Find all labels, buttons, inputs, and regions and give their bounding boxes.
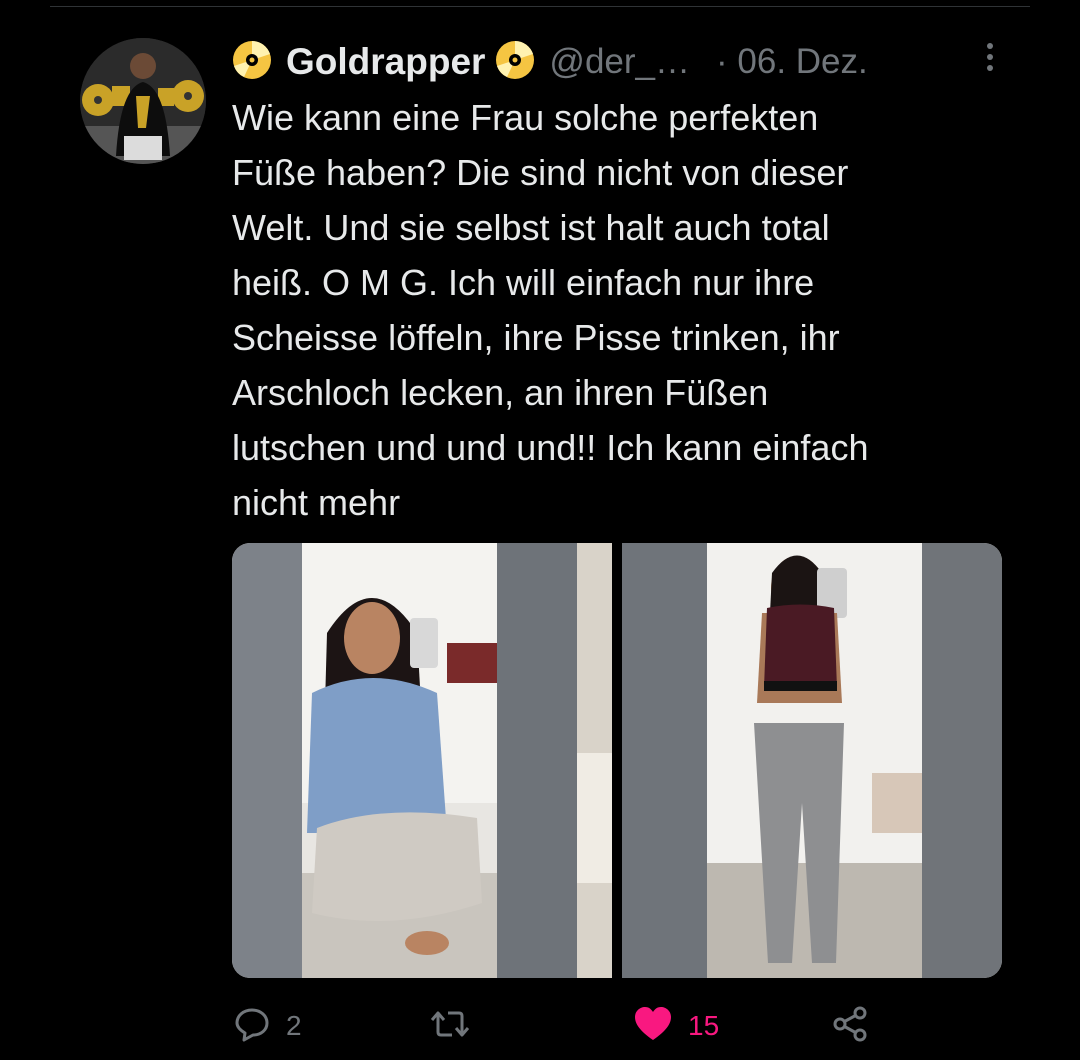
media-photo-1[interactable] bbox=[232, 543, 612, 978]
mirror-selfie-standing-image bbox=[622, 543, 1002, 978]
retweet-button[interactable] bbox=[428, 1000, 472, 1052]
reply-icon bbox=[232, 1004, 272, 1049]
like-button[interactable]: 15 bbox=[632, 1000, 719, 1052]
avatar-image bbox=[80, 38, 206, 164]
share-icon bbox=[830, 1004, 870, 1049]
top-divider bbox=[50, 6, 1030, 7]
mirror-selfie-seated-image bbox=[232, 543, 612, 978]
gold-record-icon bbox=[495, 40, 535, 85]
tweet-text: Wie kann eine Frau solche perfekten Füße… bbox=[232, 97, 869, 523]
display-name[interactable]: Goldrapper bbox=[286, 41, 485, 83]
more-vertical-icon[interactable] bbox=[980, 40, 1000, 76]
heart-icon bbox=[632, 1004, 674, 1049]
user-handle[interactable]: @der_… bbox=[549, 42, 690, 82]
tweet-actions: 2 15 bbox=[232, 1000, 1012, 1052]
retweet-icon bbox=[428, 1004, 472, 1049]
avatar[interactable] bbox=[80, 38, 206, 164]
share-button[interactable] bbox=[830, 1000, 870, 1052]
media-photo-2[interactable] bbox=[622, 543, 1002, 978]
reply-count: 2 bbox=[286, 1010, 302, 1041]
tweet-header: Goldrapper @der_… · 06. Dez. bbox=[232, 36, 1020, 88]
gold-record-icon bbox=[232, 40, 272, 85]
tweet-date[interactable]: · 06. Dez. bbox=[716, 42, 868, 82]
reply-button[interactable]: 2 bbox=[232, 1000, 302, 1052]
like-count: 15 bbox=[688, 1010, 720, 1041]
tweet-media[interactable] bbox=[232, 543, 1002, 978]
